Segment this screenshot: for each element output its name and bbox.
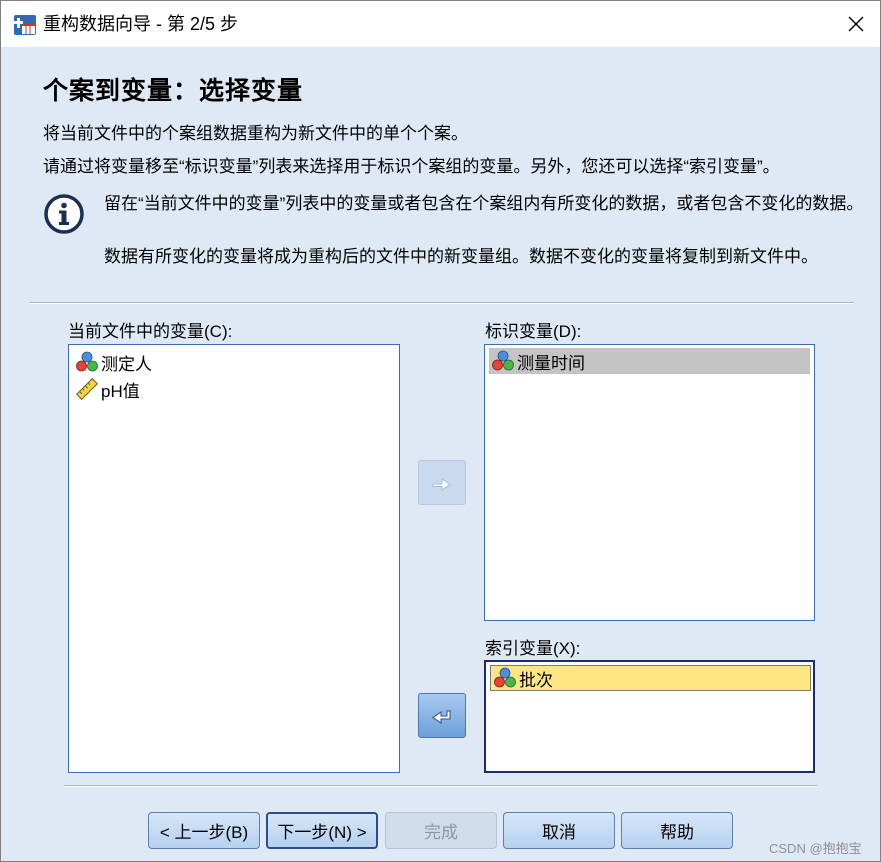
title-bar: 重构数据向导 - 第 2/5 步 [1,1,880,47]
finish-button[interactable]: 完成 [385,812,497,849]
index-vars-list[interactable]: 批次 [484,660,815,773]
separator-bottom [64,785,817,787]
move-from-index-button[interactable] [418,693,466,738]
intro-text-2: 请通过将变量移至“标识变量”列表来选择用于标识个案组的变量。另外，您还可以选择“… [43,157,780,176]
arrow-left-icon [432,710,451,724]
info-note-1: 留在“当前文件中的变量”列表中的变量或者包含在个案组内有所变化的数据，或者包含不… [104,194,864,213]
info-icon [44,194,84,234]
variable-name: 批次 [519,670,553,690]
arrow-right-icon [432,477,451,491]
separator-top [29,302,854,304]
index-vars-label: 索引变量(X): [485,639,581,658]
scale-variable-icon [76,378,98,400]
dialog-window: 重构数据向导 - 第 2/5 步 个案到变量：选择变量 将当前文件中的个案组数据… [0,0,881,862]
id-vars-label: 标识变量(D): [485,322,582,341]
move-to-id-button[interactable] [418,460,466,505]
current-vars-list[interactable]: 测定人 pH值 [68,344,400,773]
nominal-variable-icon [492,350,514,371]
watermark: CSDN @抱抱宝 [769,841,862,856]
info-note-2: 数据有所变化的变量将成为重构后的文件中的新变量组。数据不变化的变量将复制到新文件… [104,247,818,266]
nominal-variable-icon [494,667,516,688]
list-item[interactable]: pH值 [73,376,140,402]
variable-name: 测定人 [101,354,152,374]
next-button[interactable]: 下一步(N) > [266,812,378,849]
list-item[interactable]: 批次 [490,665,811,691]
intro-text-1: 将当前文件中的个案组数据重构为新文件中的单个个案。 [43,124,468,143]
list-item[interactable]: 测定人 [73,349,152,375]
nominal-variable-icon [76,351,98,372]
page-heading: 个案到变量：选择变量 [43,76,304,105]
close-button[interactable] [835,6,877,42]
window-title: 重构数据向导 - 第 2/5 步 [43,14,239,34]
current-vars-label: 当前文件中的变量(C): [68,322,233,341]
close-icon [848,16,864,32]
id-vars-list[interactable]: 测量时间 [484,344,815,621]
spss-app-icon [14,15,36,35]
variable-name: 测量时间 [517,353,585,373]
help-button[interactable]: 帮助 [621,812,733,849]
back-button[interactable]: < 上一步(B) [148,812,260,849]
variable-name: pH值 [101,381,140,401]
list-item[interactable]: 测量时间 [489,348,810,374]
cancel-button[interactable]: 取消 [503,812,615,849]
